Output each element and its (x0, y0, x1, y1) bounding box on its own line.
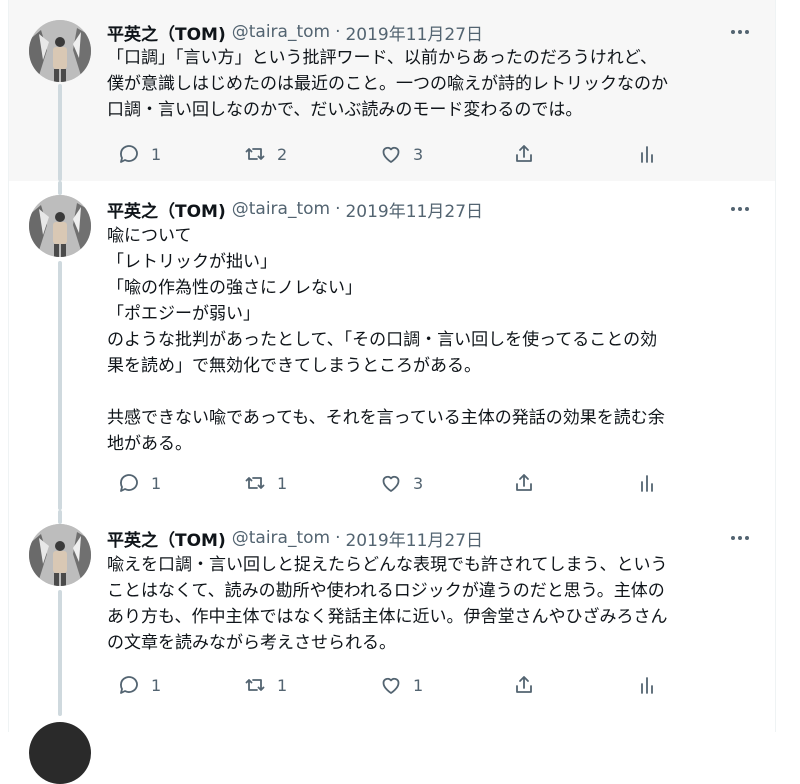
retweet-count: 2 (277, 144, 288, 164)
thread-line (58, 84, 62, 181)
avatar[interactable] (29, 524, 91, 586)
display-name[interactable]: 平英之（TOM) (107, 20, 226, 45)
more-icon[interactable] (727, 199, 753, 219)
like-button[interactable]: 1 (379, 670, 423, 700)
reply-icon (120, 474, 138, 492)
analytics-button[interactable] (635, 468, 659, 498)
display-name[interactable]: 平英之（TOM) (107, 197, 226, 222)
retweet-count: 1 (277, 473, 288, 493)
tweet-header: 平英之（TOM) @taira_tom · 2019年11月27日 (107, 195, 483, 223)
avatar-column (29, 510, 91, 784)
reply-button[interactable]: 1 (117, 139, 161, 169)
timestamp[interactable]: 2019年11月27日 (345, 526, 483, 551)
analytics-icon (641, 146, 653, 163)
thread-line (58, 181, 62, 195)
retweet-button[interactable]: 1 (243, 468, 287, 498)
analytics-button[interactable] (635, 139, 659, 169)
user-handle[interactable]: @taira_tom (232, 199, 330, 219)
analytics-icon (641, 677, 653, 694)
analytics-button[interactable] (635, 670, 659, 700)
tweet-text: 「口調」「言い方」という批評ワード、以前からあったのだろうけれど、 僕が意識しは… (107, 48, 668, 120)
retweet-count: 1 (277, 675, 288, 695)
tweet-actions: 1 2 3 (107, 139, 667, 169)
tweet[interactable]: 平英之（TOM) @taira_tom · 2019年11月27日 「口調」「言… (9, 0, 775, 181)
reply-count: 1 (151, 144, 162, 164)
retweet-icon (245, 477, 265, 489)
share-button[interactable] (512, 468, 536, 498)
like-count: 3 (413, 144, 424, 164)
tweet-header: 平英之（TOM) @taira_tom · 2019年11月27日 (107, 18, 483, 46)
avatar[interactable] (29, 195, 91, 257)
like-count: 3 (413, 473, 424, 493)
retweet-icon (245, 679, 265, 691)
user-handle[interactable]: @taira_tom (232, 22, 330, 42)
reply-button[interactable]: 1 (117, 468, 161, 498)
timeline: 平英之（TOM) @taira_tom · 2019年11月27日 「口調」「言… (8, 0, 776, 784)
like-button[interactable]: 3 (379, 468, 423, 498)
reply-icon (120, 676, 138, 694)
avatar-next[interactable] (29, 722, 91, 784)
like-icon (382, 146, 400, 163)
share-icon (516, 676, 532, 693)
thread-line (58, 590, 62, 716)
tweet-actions: 1 1 1 (107, 670, 667, 700)
user-handle[interactable]: @taira_tom (232, 528, 330, 548)
tweet-text: 喩えを口調・言い回しと捉えたらどんな表現でも許されてしまう、という ことはなくて… (107, 555, 668, 653)
analytics-icon (641, 475, 653, 492)
separator: · (335, 528, 341, 548)
separator: · (335, 199, 341, 219)
share-button[interactable] (512, 139, 536, 169)
timestamp[interactable]: 2019年11月27日 (345, 20, 483, 45)
avatar[interactable] (29, 20, 91, 82)
reply-button[interactable]: 1 (117, 670, 161, 700)
thread-line (58, 261, 62, 510)
retweet-button[interactable]: 2 (243, 139, 287, 169)
display-name[interactable]: 平英之（TOM) (107, 526, 226, 551)
timestamp[interactable]: 2019年11月27日 (345, 197, 483, 222)
like-icon (382, 677, 400, 694)
separator: · (335, 22, 341, 42)
reply-count: 1 (151, 675, 162, 695)
more-icon[interactable] (727, 528, 753, 548)
reply-count: 1 (151, 473, 162, 493)
reply-icon (120, 145, 138, 163)
retweet-icon (245, 148, 265, 160)
tweet-text: 喩について 「レトリックが拙い」 「喩の作為性の強さにノレない」 「ポエジーが弱… (107, 226, 665, 454)
like-icon (382, 475, 400, 492)
share-icon (516, 145, 532, 162)
avatar-column (29, 181, 91, 510)
thread-line (58, 510, 62, 524)
like-count: 1 (413, 675, 424, 695)
more-icon[interactable] (727, 22, 753, 42)
like-button[interactable]: 3 (379, 139, 423, 169)
tweet-actions: 1 1 3 (107, 468, 667, 498)
tweet-header: 平英之（TOM) @taira_tom · 2019年11月27日 (107, 524, 483, 552)
share-icon (516, 474, 532, 491)
avatar-column (29, 0, 91, 181)
retweet-button[interactable]: 1 (243, 670, 287, 700)
tweet[interactable]: 平英之（TOM) @taira_tom · 2019年11月27日 喩について … (9, 181, 775, 510)
share-button[interactable] (512, 670, 536, 700)
tweet[interactable]: 平英之（TOM) @taira_tom · 2019年11月27日 喩えを口調・… (9, 510, 775, 784)
